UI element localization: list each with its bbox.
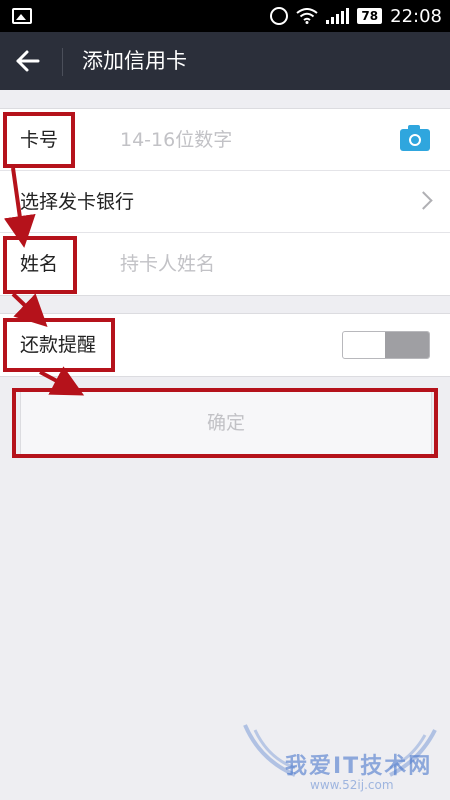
arrow-to-confirm bbox=[39, 366, 85, 396]
watermark-text: 我爱IT技术网 bbox=[285, 754, 433, 779]
watermark-url: www.52ij.com bbox=[310, 778, 394, 792]
annotation-arrows bbox=[3, 167, 85, 396]
arrow-to-name bbox=[3, 167, 36, 248]
watermark: 我爱IT技术网 www.52ij.com bbox=[240, 720, 440, 800]
arrow-to-reminder bbox=[11, 292, 48, 328]
